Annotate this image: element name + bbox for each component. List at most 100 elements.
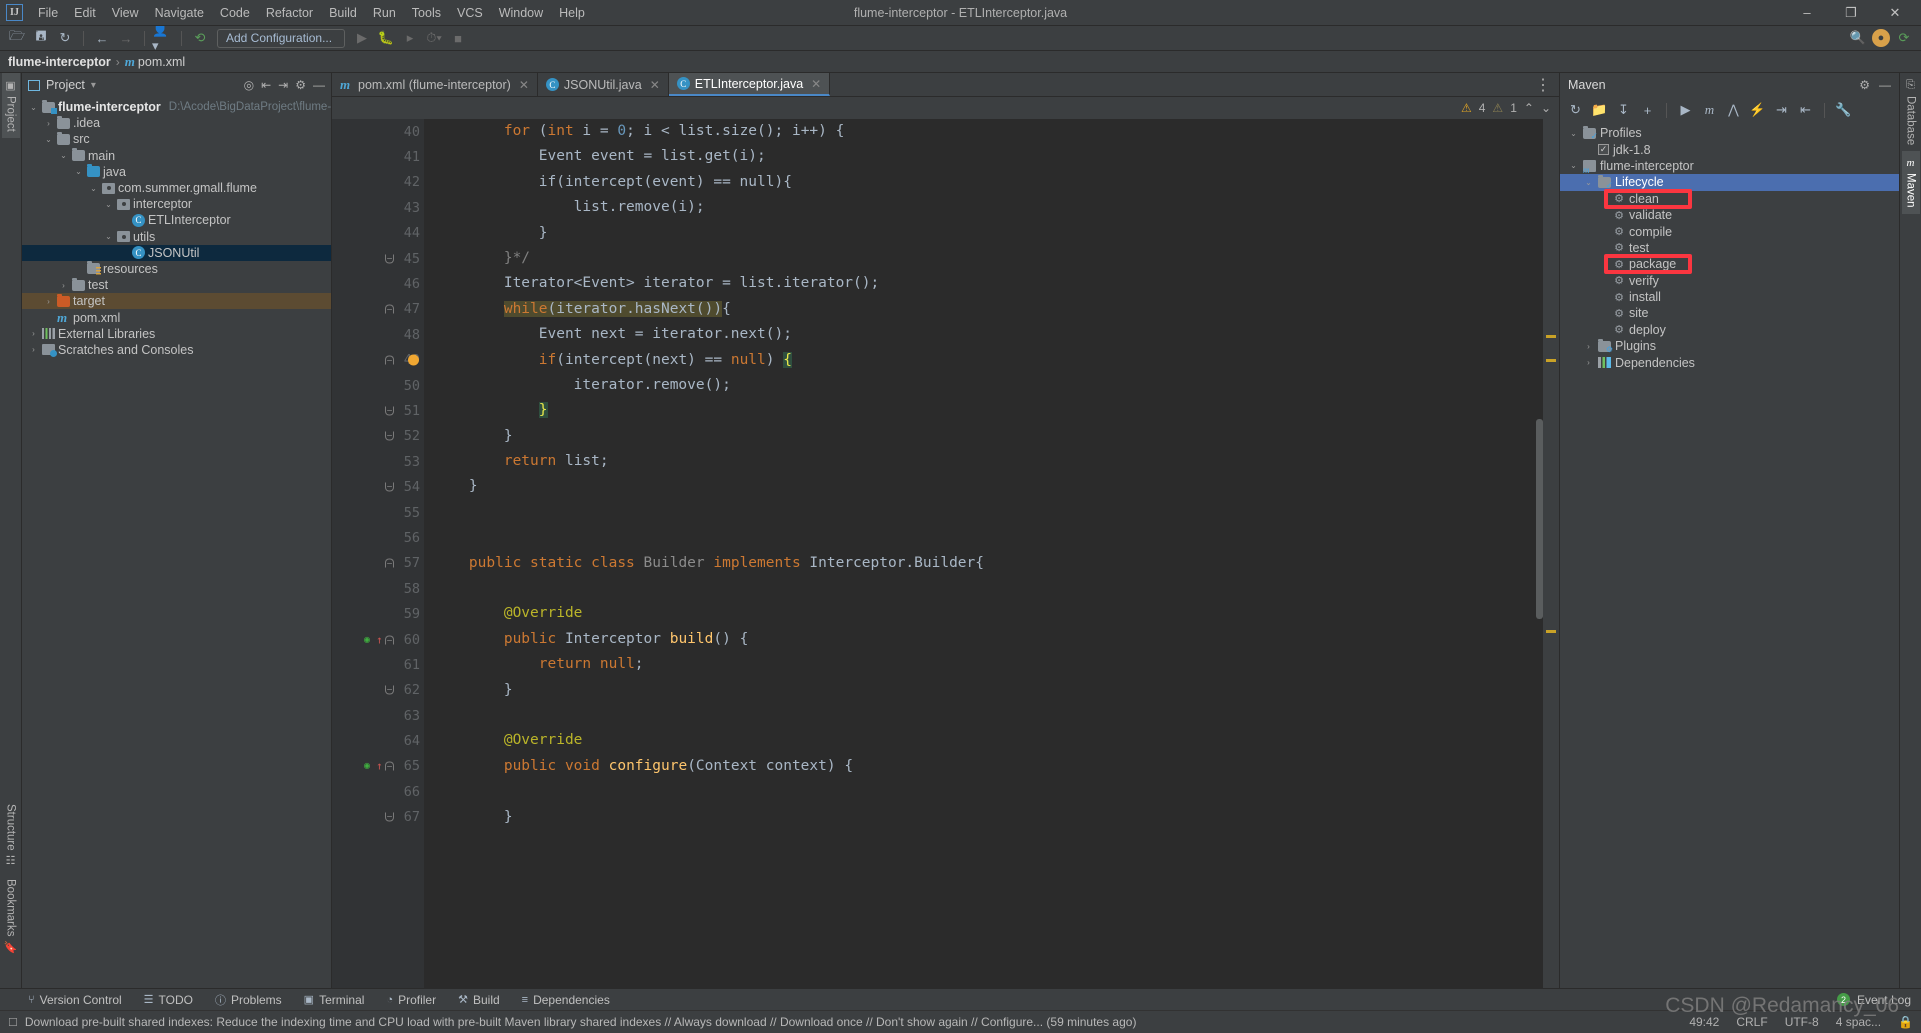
minimize-button[interactable]: –: [1785, 0, 1829, 26]
gutter-line[interactable]: 53: [332, 449, 424, 474]
editor-tab-etlinterceptor-java[interactable]: C ETLInterceptor.java ✕: [668, 73, 831, 96]
hide-panel-icon[interactable]: —: [1879, 78, 1891, 92]
maven-item-lifecycle[interactable]: ⌄ ✓ Lifecycle: [1560, 174, 1899, 191]
checkbox-icon[interactable]: ✓: [1598, 144, 1609, 156]
run-icon[interactable]: ▶: [351, 28, 373, 48]
close-button[interactable]: ✕: [1873, 0, 1917, 26]
gutter-line[interactable]: 65 ◉ ↑ –: [332, 754, 424, 779]
gutter-line[interactable]: 40: [332, 119, 424, 144]
tree-item-interceptor[interactable]: ⌄ interceptor: [22, 196, 331, 212]
bottom-tab-profiler[interactable]: ◔ Profiler: [386, 993, 436, 1007]
menu-item-view[interactable]: View: [104, 3, 147, 23]
tree-item-main[interactable]: ⌄ main: [22, 148, 331, 164]
gutter-line[interactable]: 45–: [332, 246, 424, 271]
maven-item-dependencies[interactable]: › Dependencies: [1560, 354, 1899, 370]
maven-m-icon[interactable]: m: [1699, 100, 1720, 120]
gutter-line[interactable]: 58: [332, 576, 424, 601]
forward-arrow-icon[interactable]: →: [115, 28, 137, 48]
wrench-icon[interactable]: 🔧: [1833, 100, 1854, 120]
fold-handle-icon[interactable]: –: [385, 558, 394, 568]
tree-expand-arrow[interactable]: ⌄: [103, 232, 114, 241]
gutter-line[interactable]: 66: [332, 779, 424, 804]
code-line[interactable]: }: [434, 221, 1543, 246]
close-icon[interactable]: ✕: [650, 78, 660, 92]
editor-gutter[interactable]: 404142434445–4647–4849–5051–52–5354–5556…: [332, 119, 424, 988]
menu-item-tools[interactable]: Tools: [404, 3, 449, 23]
avatar[interactable]: ●: [1872, 29, 1890, 47]
gutter-line[interactable]: 51–: [332, 398, 424, 423]
close-icon[interactable]: ✕: [811, 77, 821, 91]
gutter-line[interactable]: 41: [332, 144, 424, 169]
fold-handle-icon[interactable]: –: [385, 635, 394, 644]
gutter-line[interactable]: 56: [332, 525, 424, 550]
menu-item-refactor[interactable]: Refactor: [258, 3, 321, 23]
collapse-all-icon[interactable]: ⇤: [1795, 100, 1816, 120]
expand-all-icon[interactable]: ⇤: [261, 78, 271, 92]
maven-item-verify[interactable]: ›⚙verify: [1560, 273, 1899, 289]
tree-item-jsonutil[interactable]: ›CJSONUtil: [22, 244, 331, 261]
code-line[interactable]: list.remove(i);: [434, 195, 1543, 220]
maven-item-flume-interceptor[interactable]: ⌄ flume-interceptor: [1560, 158, 1899, 175]
open-folder-icon[interactable]: 🗁: [6, 28, 28, 48]
tree-expand-arrow[interactable]: ⌄: [58, 151, 69, 160]
fold-handle-icon[interactable]: –: [385, 406, 394, 416]
tree-expand-arrow[interactable]: ⌄: [103, 200, 114, 209]
intention-bulb-icon[interactable]: [408, 354, 419, 366]
profiler-icon[interactable]: ⏱▾: [423, 28, 445, 48]
event-log-label[interactable]: Event Log: [1857, 993, 1911, 1007]
menu-item-edit[interactable]: Edit: [66, 3, 104, 23]
code-line[interactable]: Event next = iterator.next();: [434, 322, 1543, 347]
save-icon[interactable]: 🖪: [30, 28, 52, 48]
search-icon[interactable]: 🔍: [1847, 28, 1869, 48]
maven-item-site[interactable]: ›⚙site: [1560, 305, 1899, 321]
stop-icon[interactable]: ■: [447, 28, 469, 48]
toggle-offline-icon[interactable]: ⚡: [1747, 100, 1768, 120]
gutter-line[interactable]: 57–: [332, 551, 424, 576]
code-content[interactable]: for (int i = 0; i < list.size(); i++) { …: [424, 119, 1543, 988]
sidebar-item-structure[interactable]: Structure ☷: [2, 798, 20, 874]
editor-tab-pom-xml[interactable]: m pom.xml (flume-interceptor) ✕: [332, 73, 538, 96]
status-message[interactable]: Download pre-built shared indexes: Reduc…: [25, 1015, 1137, 1029]
menu-item-file[interactable]: File: [30, 3, 66, 23]
error-stripe[interactable]: [1543, 119, 1559, 988]
download-sources-icon[interactable]: ↧: [1613, 100, 1634, 120]
updates-icon[interactable]: ⟳: [1893, 28, 1915, 48]
menu-item-help[interactable]: Help: [551, 3, 593, 23]
code-line[interactable]: [434, 525, 1543, 550]
fold-handle-icon[interactable]: –: [385, 431, 394, 441]
tree-expand-arrow[interactable]: ›: [43, 297, 54, 306]
run-coverage-icon[interactable]: ▸: [399, 28, 421, 48]
hide-panel-icon[interactable]: —: [313, 78, 325, 92]
tree-expand-arrow[interactable]: ›: [43, 119, 54, 128]
editor-scrollbar[interactable]: [1536, 419, 1543, 619]
gutter-line[interactable]: 63: [332, 703, 424, 728]
bottom-tab-terminal[interactable]: ▣ Terminal: [304, 993, 365, 1007]
code-line[interactable]: @Override: [434, 728, 1543, 753]
tree-expand-arrow[interactable]: ›: [28, 345, 39, 354]
user-profile-icon[interactable]: 👤▾: [152, 22, 174, 53]
maven-item-deploy[interactable]: ›⚙deploy: [1560, 322, 1899, 338]
code-line[interactable]: public void configure(Context context) {: [434, 754, 1543, 779]
gutter-line[interactable]: 62–: [332, 678, 424, 703]
gutter-line[interactable]: 50: [332, 373, 424, 398]
fold-handle-icon[interactable]: –: [385, 355, 394, 365]
caret-position[interactable]: 49:42: [1689, 1015, 1719, 1029]
sync-icon[interactable]: ↻: [54, 28, 76, 48]
maven-item-test[interactable]: ›⚙test: [1560, 240, 1899, 256]
maximize-button[interactable]: ❐: [1829, 0, 1873, 26]
debug-icon[interactable]: 🐛: [375, 28, 397, 48]
bottom-tab-build[interactable]: ⚒ Build: [458, 993, 500, 1007]
execute-goal-icon[interactable]: ▶: [1675, 100, 1696, 120]
fold-handle-icon[interactable]: –: [385, 304, 394, 314]
fold-handle-icon[interactable]: –: [385, 482, 394, 492]
settings-gear-icon[interactable]: ⚙: [1859, 78, 1870, 92]
tree-expand-arrow[interactable]: ⌄: [73, 167, 84, 176]
tree-expand-arrow[interactable]: ⌄: [88, 184, 99, 193]
gutter-line[interactable]: 67–: [332, 805, 424, 830]
tree-expand-arrow[interactable]: ⌄: [1568, 161, 1579, 170]
sidebar-item-database[interactable]: ⎘ Database: [1902, 73, 1920, 151]
gutter-line[interactable]: 43: [332, 195, 424, 220]
gutter-line[interactable]: 49–: [332, 348, 424, 373]
menu-item-window[interactable]: Window: [491, 3, 551, 23]
override-arrow-icon[interactable]: ↑: [376, 760, 383, 773]
